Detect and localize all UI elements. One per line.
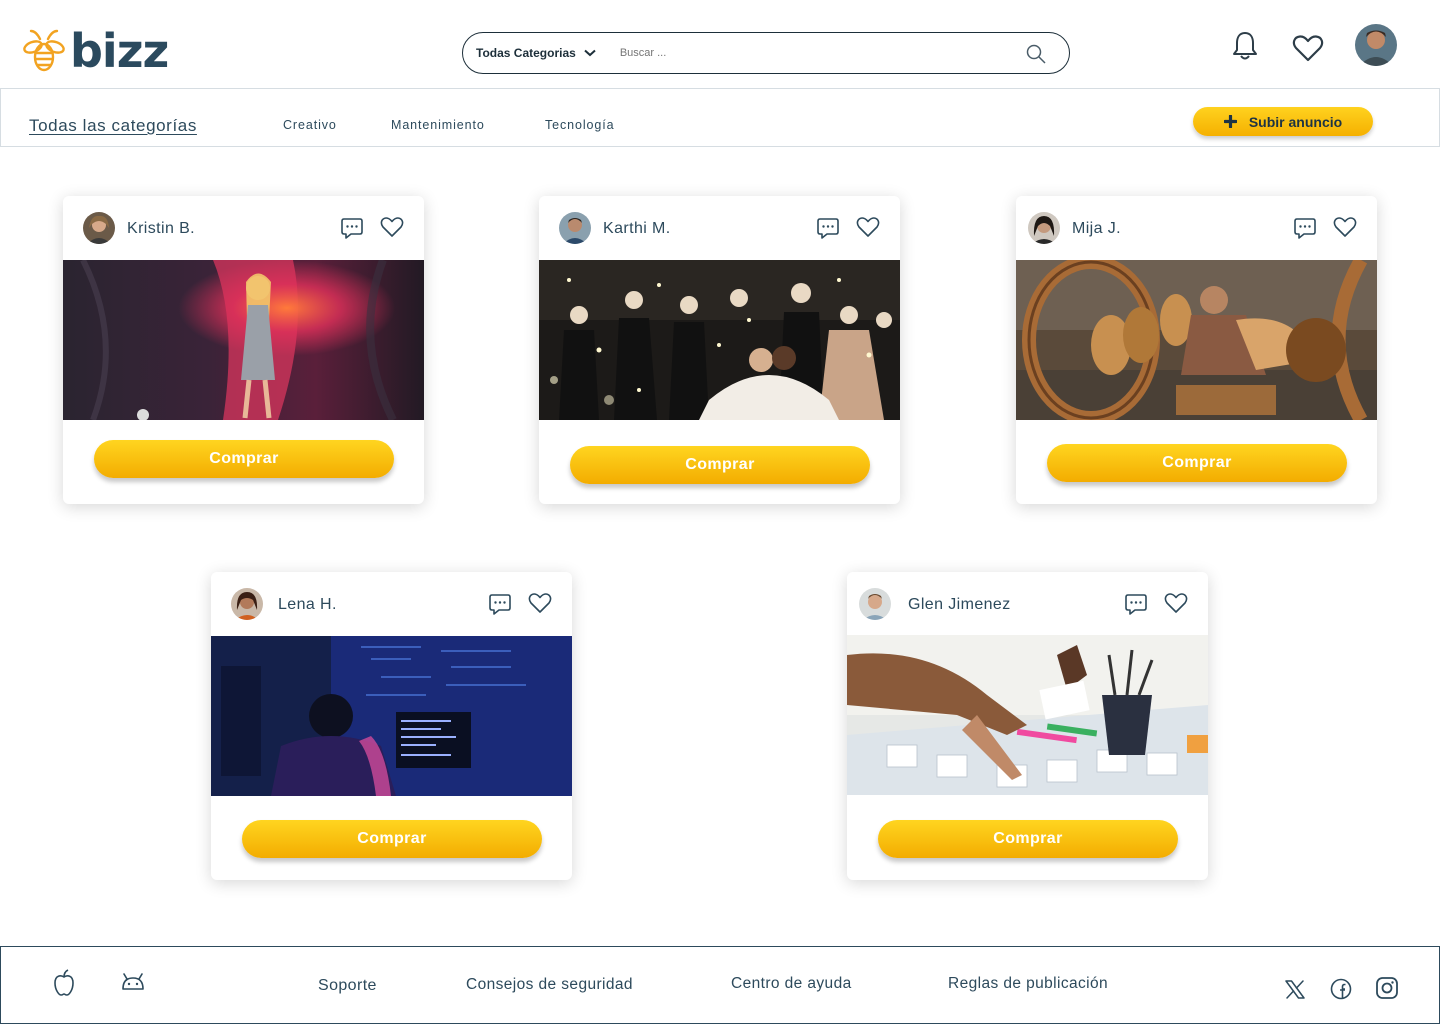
listing-image[interactable] — [539, 260, 900, 420]
card-header: Lena H. — [211, 572, 572, 636]
x-twitter-icon[interactable] — [1285, 980, 1305, 999]
seller-avatar[interactable] — [1028, 212, 1060, 244]
card-header: Karthi M. — [539, 196, 900, 260]
seller-avatar[interactable] — [859, 588, 891, 620]
search-bar: Todas Categorias — [462, 32, 1070, 74]
search-input[interactable] — [619, 47, 1000, 59]
card-header: Glen Jimenez — [847, 572, 1208, 636]
chat-icon[interactable] — [340, 216, 364, 240]
chat-icon[interactable] — [816, 216, 840, 240]
favorite-heart-icon[interactable] — [380, 216, 404, 238]
footer-link-ayuda[interactable]: Centro de ayuda — [731, 975, 852, 993]
footer-link-seguridad[interactable]: Consejos de seguridad — [466, 976, 633, 994]
apple-icon[interactable] — [52, 969, 76, 997]
category-tecnologia[interactable]: Tecnología — [545, 118, 614, 132]
seller-name[interactable]: Karthi M. — [603, 220, 671, 238]
listing-image[interactable] — [63, 260, 424, 420]
header: bizz Todas Categorias — [0, 0, 1440, 88]
upload-ad-label: Subir anuncio — [1248, 113, 1343, 130]
favorite-heart-icon[interactable] — [1164, 592, 1188, 614]
brand-name: bizz — [70, 24, 169, 78]
footer: Soporte Consejos de seguridad Centro de … — [0, 946, 1440, 1024]
seller-name[interactable]: Glen Jimenez — [908, 596, 1011, 614]
search-category-label: Todas Categorias — [476, 46, 576, 60]
upload-ad-button[interactable]: Subir anuncio — [1193, 107, 1373, 136]
plus-icon — [1223, 115, 1237, 128]
chat-icon[interactable] — [488, 592, 512, 616]
card-header: Mija J. — [1016, 196, 1377, 260]
seller-avatar[interactable] — [559, 212, 591, 244]
seller-name[interactable]: Kristin B. — [127, 220, 195, 238]
instagram-icon[interactable] — [1375, 976, 1399, 1000]
listing-image[interactable] — [847, 635, 1208, 795]
seller-avatar[interactable] — [231, 588, 263, 620]
listing-card: Lena H. Comprar — [211, 572, 572, 880]
listing-image[interactable] — [211, 636, 572, 796]
buy-button[interactable]: Comprar — [94, 440, 394, 478]
search-icon[interactable] — [1025, 43, 1047, 65]
chat-icon[interactable] — [1293, 216, 1317, 240]
bell-icon[interactable] — [1230, 30, 1260, 62]
seller-name[interactable]: Lena H. — [278, 596, 337, 614]
chevron-down-icon — [584, 49, 596, 57]
buy-button[interactable]: Comprar — [878, 820, 1178, 858]
footer-link-reglas[interactable]: Reglas de publicación — [948, 975, 1108, 993]
card-header: Kristin B. — [63, 196, 424, 260]
buy-button[interactable]: Comprar — [570, 446, 870, 484]
bee-icon — [23, 29, 65, 72]
android-icon[interactable] — [120, 971, 146, 993]
listing-card: Karthi M. Comprar — [539, 196, 900, 504]
buy-button[interactable]: Comprar — [1047, 444, 1347, 482]
listing-card: Kristin B. Comprar — [63, 196, 424, 504]
category-all-link[interactable]: Todas las categorías — [29, 116, 197, 136]
category-creativo[interactable]: Creativo — [283, 118, 337, 132]
footer-link-soporte[interactable]: Soporte — [318, 977, 377, 995]
user-avatar[interactable] — [1355, 24, 1397, 66]
facebook-icon[interactable] — [1330, 978, 1352, 1000]
listing-card: Mija J. Comprar — [1016, 196, 1377, 504]
listing-image[interactable] — [1016, 260, 1377, 420]
listing-card: Glen Jimenez Comprar — [847, 572, 1208, 880]
favorite-heart-icon[interactable] — [528, 592, 552, 614]
logo[interactable]: bizz — [22, 24, 169, 78]
search-category-select[interactable]: Todas Categorias — [476, 46, 596, 60]
seller-avatar[interactable] — [83, 212, 115, 244]
chat-icon[interactable] — [1124, 592, 1148, 616]
favorite-heart-icon[interactable] — [856, 216, 880, 238]
heart-icon[interactable] — [1292, 34, 1324, 62]
category-mantenimiento[interactable]: Mantenimiento — [391, 118, 485, 132]
favorite-heart-icon[interactable] — [1333, 216, 1357, 238]
buy-button[interactable]: Comprar — [242, 820, 542, 858]
seller-name[interactable]: Mija J. — [1072, 220, 1121, 238]
